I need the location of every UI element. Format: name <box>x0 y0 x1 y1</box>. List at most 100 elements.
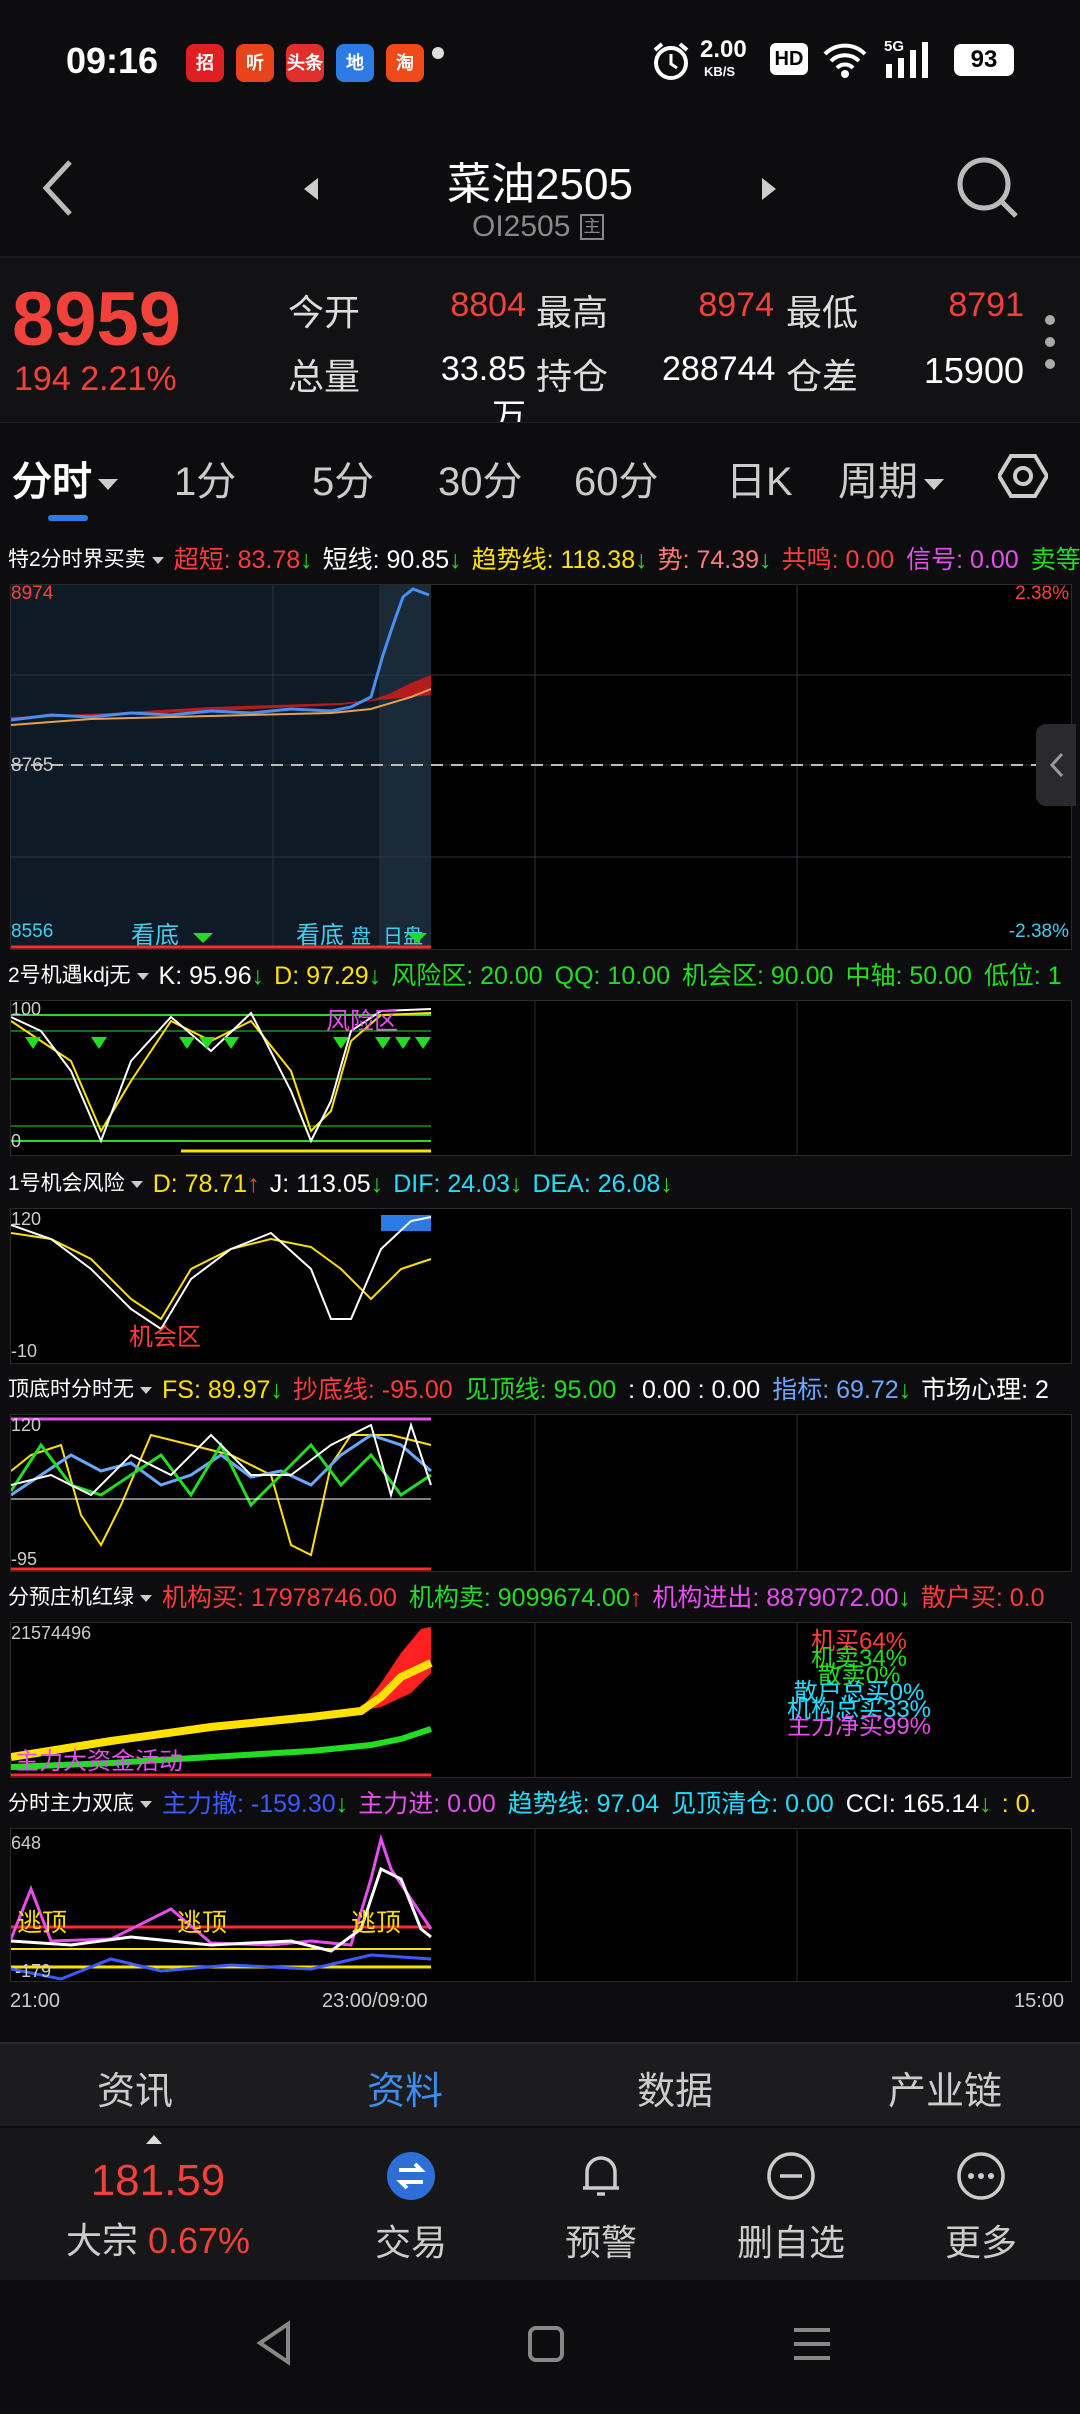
indicator-param: 趋势线: 118.38 <box>471 546 636 574</box>
hd-badge: HD <box>770 43 808 75</box>
dropdown-icon <box>151 556 164 564</box>
risk-chart[interactable]: 120 -10 机会区 <box>10 1208 1072 1364</box>
indicator-header-institution[interactable]: 分预庄机红绿 机构买: 17978746.00 机构卖: 9099674.00↑ 机构… <box>0 1576 1080 1620</box>
risk-y-top: 120 <box>11 1209 41 1229</box>
indicator-param: J: 113.05 <box>269 1170 371 1198</box>
trend-arrow: ↑ <box>247 1170 260 1198</box>
action-3[interactable]: 更多 <box>886 2128 1076 2280</box>
tab-0[interactable]: 分时 <box>12 449 118 521</box>
tab-3[interactable]: 30分 <box>438 449 523 507</box>
next-contract-icon[interactable] <box>760 176 778 202</box>
mainforce-chart[interactable]: 648 -179 逃顶 逃顶 逃顶 <box>9 1828 1072 1982</box>
dropdown-icon <box>140 1800 152 1808</box>
tab-label: 1分 <box>174 460 237 504</box>
indicator-param: 中轴: 50.00 <box>845 962 972 990</box>
trend-arrow: ↓ <box>368 962 382 990</box>
search-icon[interactable] <box>956 156 1020 220</box>
collapse-handle[interactable] <box>1036 724 1076 806</box>
expand-up-icon[interactable] <box>144 2132 164 2146</box>
system-nav-bar <box>0 2280 1080 2414</box>
tab-5[interactable]: 日K <box>726 449 793 507</box>
cmb-bank-icon: 招 <box>186 44 224 82</box>
tb-y-top: 120 <box>11 1415 41 1435</box>
index-value[interactable]: 181.59 <box>0 2156 316 2206</box>
quote-value: 8804 <box>450 286 526 324</box>
alarm-icon <box>653 42 689 80</box>
battery-indicator: 93 <box>954 44 1014 76</box>
nav-menu-icon[interactable] <box>792 2324 832 2364</box>
chart-settings-icon[interactable] <box>998 451 1048 501</box>
speed-unit: KB/S <box>704 64 736 79</box>
indicator-param: DIF: 24.03 <box>393 1170 510 1198</box>
nav-back-icon[interactable] <box>254 2320 294 2366</box>
contract-code: OI2505 <box>472 210 571 243</box>
dropdown-icon <box>136 972 149 980</box>
indicator-param: 短线: 90.85 <box>322 546 450 574</box>
toutiao-icon: 头条 <box>286 44 324 82</box>
indicator-param: 机构进出: 8879072.00 <box>652 1584 899 1612</box>
page-title: 菜油2505 <box>447 160 633 209</box>
indicator-param: 市场心理: 2 <box>921 1376 1049 1404</box>
back-icon[interactable] <box>38 158 78 218</box>
inst-activity-label: 主力大资金活动 <box>15 1748 183 1775</box>
kdj-y-top: 100 <box>11 1001 41 1019</box>
network-speed: 2.00 <box>700 36 747 63</box>
indicator-param: 卖等 <box>1030 546 1080 574</box>
info-tab-1[interactable]: 资料 <box>270 2060 540 2115</box>
action-1[interactable]: 预警 <box>506 2128 696 2280</box>
index-info[interactable]: 大宗 0.67% <box>0 2212 316 2264</box>
info-tab-0[interactable]: 资讯 <box>0 2060 270 2115</box>
intraday-price-chart[interactable]: 8974 8765 8556 2.38% -2.38% 看底 看底 盘 日盘 <box>10 583 1072 950</box>
quote-value: 288744 <box>662 350 776 388</box>
risk-y-bottom: -10 <box>11 1341 37 1361</box>
trend-arrow: ↓ <box>335 1790 349 1818</box>
last-price: 8959 <box>12 277 182 362</box>
action-label: 交易 <box>374 2222 447 2263</box>
trend-arrow: ↓ <box>370 1170 384 1198</box>
more-menu-icon[interactable] <box>1040 312 1060 372</box>
indicator-param: CCI: 165.14 <box>845 1790 980 1818</box>
tab-1[interactable]: 1分 <box>174 449 236 507</box>
indicator-param: 主力进: 0.00 <box>358 1790 496 1818</box>
indicator-header-risk[interactable]: 1号机会风险 D: 78.71↑ J: 113.05↓ DIF: 24.03↓ DEA:… <box>0 1162 1080 1206</box>
quote-label: 今开 <box>288 292 361 333</box>
indicator-param: 见顶清仓: 0.00 <box>671 1790 834 1818</box>
chart-label-1: 看底 <box>131 922 179 949</box>
indicator-header-mainforce[interactable]: 分时主力双底 主力撤: -159.30↓ 主力进: 0.00 趋势线: 97.04 见顶… <box>0 1782 1080 1826</box>
chevron-down-icon <box>98 478 118 490</box>
indicator-param: 抄底线: -95.00 <box>292 1376 453 1404</box>
trend-arrow: ↓ <box>449 546 462 574</box>
quote-value: 15900 <box>923 350 1024 391</box>
trend-arrow: ↑ <box>629 1584 643 1612</box>
tab-2[interactable]: 5分 <box>312 449 374 507</box>
previous-contract-icon[interactable] <box>302 176 320 202</box>
indicator-param: 散户买: 0.0 <box>920 1584 1045 1612</box>
quote-value: 8791 <box>948 286 1024 324</box>
main-contract-badge: 主 <box>580 214 604 240</box>
info-tab-3[interactable]: 产业链 <box>810 2060 1080 2115</box>
action-0[interactable]: 交易 <box>316 2128 506 2280</box>
top-bottom-chart[interactable]: 120 -95 <box>9 1414 1072 1572</box>
action-label: 预警 <box>564 2222 637 2263</box>
indicator-header-kdj[interactable]: 2号机遇kdj无 K: 95.96↓ D: 97.29↓ 风险区: 20.00 QQ: … <box>0 954 1080 998</box>
tab-4[interactable]: 60分 <box>574 449 659 507</box>
indicator-header-main[interactable]: 特2分时界买卖 超短: 83.78↓ 短线: 90.85↓ 趋势线: 118.38↓ 势… <box>0 538 1080 582</box>
pct-axis-low: -2.38% <box>1009 921 1069 942</box>
indicator-param: FS: 89.97 <box>162 1376 271 1404</box>
indicator-param: QQ: 10.00 <box>554 962 670 990</box>
indicator-header-top-bottom[interactable]: 顶底时分时无 FS: 89.97↓ 抄底线: -95.00 见顶线: 95.00: 0… <box>0 1368 1080 1412</box>
tab-6[interactable]: 周期 <box>838 449 944 507</box>
wifi-icon <box>823 43 867 78</box>
info-tab-2[interactable]: 数据 <box>540 2060 810 2115</box>
chevron-down-icon <box>924 478 944 490</box>
institution-flow-chart[interactable]: 21574496 主力大资金活动 机买64% 机卖34% 散卖0% 散户总买0% 机构总… <box>10 1622 1072 1778</box>
trend-arrow: ↓ <box>759 546 772 574</box>
indicator-param: : 0. <box>1001 1790 1037 1818</box>
nav-home-icon[interactable] <box>526 2324 566 2364</box>
kdj-chart[interactable]: 100 0 风险区 <box>10 999 1072 1156</box>
trend-arrow: ↓ <box>635 546 648 574</box>
indicator-param: 趋势线: 97.04 <box>507 1790 660 1818</box>
notification-icons: 招听头条地淘 <box>186 44 424 82</box>
action-2[interactable]: 删自选 <box>696 2128 886 2280</box>
ting-icon: 听 <box>236 44 274 82</box>
